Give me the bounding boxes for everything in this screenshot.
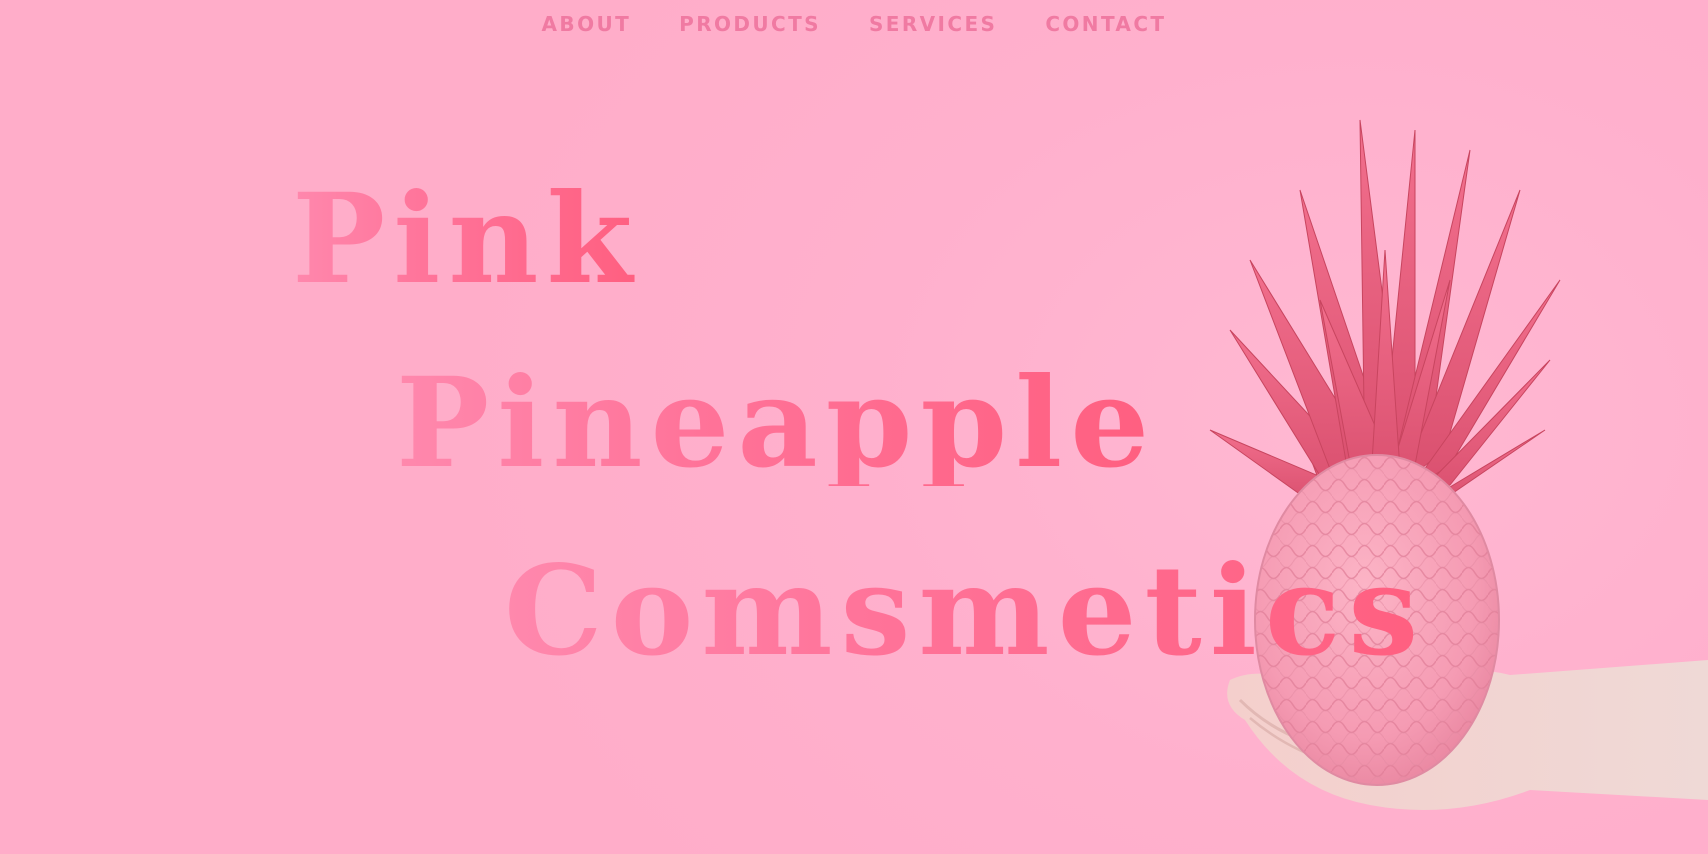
headline-line-1: Pink: [292, 167, 641, 312]
pineapple-image: [1209, 119, 1708, 810]
nav-link-products[interactable]: PRODUCTS: [655, 10, 845, 40]
hero-section: ABOUT PRODUCTS SERVICES CONTACT Pink Pin…: [0, 0, 1708, 854]
nav-link-services[interactable]: SERVICES: [845, 10, 1021, 40]
nav-link-contact[interactable]: CONTACT: [1021, 10, 1190, 40]
main-nav: ABOUT PRODUCTS SERVICES CONTACT: [0, 10, 1708, 40]
headline-line-2: Pineapple: [396, 351, 1158, 496]
nav-link-about[interactable]: ABOUT: [518, 10, 656, 40]
